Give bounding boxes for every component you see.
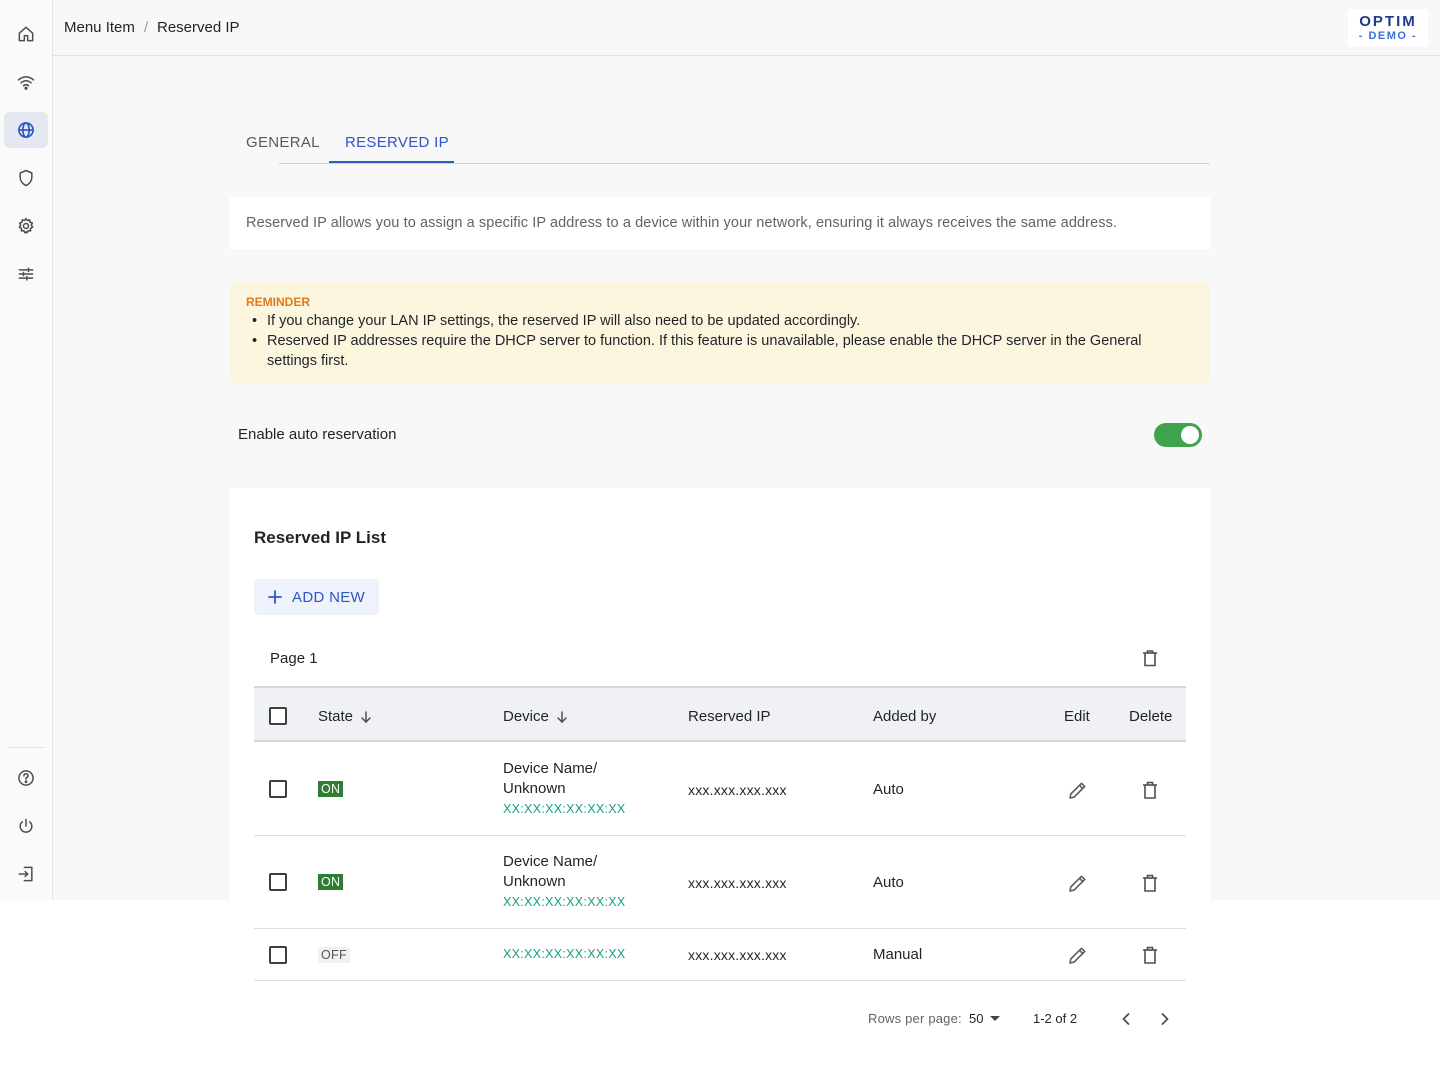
sidebar (0, 0, 53, 900)
device-mac: XX:XX:XX:XX:XX:XX (503, 895, 626, 909)
logout-icon (18, 866, 33, 882)
page-label: Page 1 (270, 650, 318, 667)
reminder-item: If you change your LAN IP settings, the … (252, 311, 1192, 331)
trash-icon[interactable] (1140, 648, 1160, 668)
sidebar-item-home[interactable] (4, 16, 48, 52)
sidebar-item-settings[interactable] (4, 208, 48, 244)
row-checkbox[interactable] (269, 780, 287, 798)
reserved-ip-value: xxx.xxx.xxx.xxx (688, 782, 787, 798)
column-header-edit: Edit (1064, 708, 1090, 725)
sliders-icon (18, 267, 34, 281)
breadcrumb-separator: / (144, 19, 149, 36)
column-header-added-by: Added by (873, 708, 936, 725)
breadcrumb-parent[interactable]: Menu Item (64, 19, 135, 36)
reminder-item: Reserved IP addresses require the DHCP s… (252, 331, 1192, 371)
globe-icon (18, 122, 34, 138)
row-checkbox[interactable] (269, 873, 287, 891)
trash-icon[interactable] (1139, 779, 1161, 801)
column-label: Delete (1129, 708, 1173, 725)
wifi-icon (17, 76, 35, 90)
sidebar-item-network[interactable] (4, 112, 48, 148)
rows-per-page-label: Rows per page: (868, 1011, 962, 1026)
brand-logo: OPTIM - DEMO - (1348, 9, 1428, 47)
tab-general[interactable]: GENERAL (246, 134, 320, 151)
added-by-value: Auto (873, 781, 904, 798)
column-header-device[interactable]: Device (503, 708, 569, 725)
column-label: Added by (873, 708, 937, 725)
column-label: Reserved IP (688, 708, 771, 725)
sidebar-item-power[interactable] (4, 808, 48, 844)
auto-reservation-toggle[interactable] (1154, 423, 1202, 447)
trash-icon[interactable] (1139, 944, 1161, 966)
sidebar-divider (8, 747, 44, 748)
device-name: Device Name/ Unknown (503, 760, 598, 797)
sidebar-item-logout[interactable] (4, 856, 48, 892)
edit-icon[interactable] (1067, 779, 1089, 801)
sort-down-icon (557, 710, 567, 723)
column-label: State (318, 708, 354, 725)
state-badge: ON (318, 874, 344, 890)
reminder-title: REMINDER (246, 295, 311, 309)
sidebar-item-help[interactable] (4, 760, 48, 796)
breadcrumb-current: Reserved IP (157, 19, 240, 36)
add-new-button[interactable]: ADD NEW (254, 579, 379, 615)
table-header: State Device Reserved IP Added by Edit D… (254, 686, 1186, 742)
select-all-checkbox[interactable] (269, 707, 287, 725)
added-by-value: Manual (873, 946, 923, 963)
chevron-right-icon[interactable] (1155, 1009, 1175, 1029)
auto-reservation-label: Enable auto reservation (238, 426, 397, 443)
reserved-ip-value: xxx.xxx.xxx.xxx (688, 947, 787, 963)
home-icon (18, 26, 34, 42)
plus-icon (268, 590, 282, 604)
row-divider (254, 980, 1186, 981)
reminder-list: If you change your LAN IP settings, the … (252, 311, 1192, 371)
chevron-left-icon[interactable] (1116, 1009, 1136, 1029)
add-new-label: ADD NEW (292, 588, 365, 606)
column-header-state[interactable]: State (318, 708, 373, 725)
column-header-reserved-ip: Reserved IP (688, 708, 771, 725)
shield-icon (19, 169, 33, 187)
sidebar-item-advanced[interactable] (4, 256, 48, 292)
state-badge: OFF (318, 947, 350, 963)
trash-icon[interactable] (1139, 872, 1161, 894)
power-icon (19, 818, 33, 833)
column-header-delete: Delete (1129, 708, 1172, 725)
list-title: Reserved IP List (254, 528, 386, 547)
logo-subtext: - DEMO - (1358, 30, 1418, 42)
gear-icon (18, 217, 34, 234)
sidebar-item-security[interactable] (4, 160, 48, 196)
toggle-knob (1181, 426, 1199, 444)
sidebar-item-wifi[interactable] (4, 64, 48, 100)
device-name: Device Name/ Unknown (503, 853, 598, 890)
device-mac: XX:XX:XX:XX:XX:XX (503, 802, 626, 816)
top-bar: Menu Item / Reserved IP (53, 0, 1440, 56)
row-divider (254, 928, 1186, 929)
sort-down-icon (361, 710, 371, 723)
description-card: Reserved IP allows you to assign a speci… (230, 197, 1210, 249)
device-mac: XX:XX:XX:XX:XX:XX (503, 947, 626, 961)
help-icon (18, 770, 34, 786)
reserved-ip-value: xxx.xxx.xxx.xxx (688, 875, 787, 891)
row-checkbox[interactable] (269, 946, 287, 964)
state-badge: ON (318, 781, 344, 797)
edit-icon[interactable] (1067, 944, 1089, 966)
tabs-divider (279, 163, 1210, 164)
added-by-value: Auto (873, 874, 904, 891)
rows-per-page-select[interactable]: 50 (969, 1011, 983, 1026)
edit-icon[interactable] (1067, 872, 1089, 894)
column-label: Device (503, 708, 549, 725)
tab-active-indicator (329, 161, 454, 163)
logo-text: OPTIM (1359, 13, 1417, 30)
description-text: Reserved IP allows you to assign a speci… (246, 215, 1118, 231)
app-shell: Menu Item / Reserved IP OPTIM - DEMO - G… (0, 0, 1440, 900)
row-divider (254, 835, 1186, 836)
pagination-range: 1-2 of 2 (1033, 1011, 1078, 1026)
tab-reserved-ip[interactable]: RESERVED IP (345, 134, 449, 151)
column-label: Edit (1064, 708, 1090, 725)
reminder-banner: REMINDER If you change your LAN IP setti… (230, 282, 1210, 383)
caret-down-icon[interactable] (990, 1016, 1000, 1021)
